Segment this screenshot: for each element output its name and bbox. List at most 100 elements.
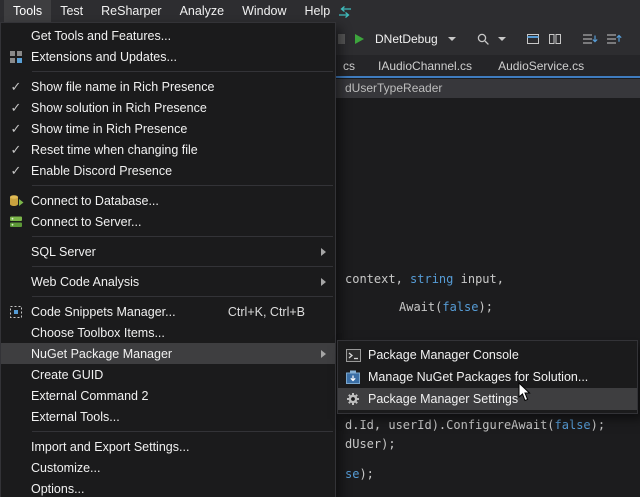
code-token: dUser); bbox=[345, 437, 396, 451]
menu-item-label: External Tools... bbox=[31, 410, 335, 424]
menu-item-package-manager-console[interactable]: Package Manager Console bbox=[338, 344, 637, 366]
menubar-item-tools[interactable]: Tools bbox=[4, 0, 51, 22]
menu-item-customize[interactable]: Customize... bbox=[1, 457, 335, 478]
menu-item-label: Options... bbox=[31, 482, 335, 496]
menu-separator bbox=[32, 236, 333, 237]
start-debug-icon[interactable] bbox=[353, 33, 365, 45]
menubar-item-help[interactable]: Help bbox=[296, 0, 340, 22]
submenu-arrow-icon bbox=[321, 350, 326, 358]
nuget-icon bbox=[338, 370, 368, 384]
menu-item-show-time-in-rich-presence[interactable]: ✓Show time in Rich Presence bbox=[1, 118, 335, 139]
code-token: ); bbox=[478, 300, 492, 314]
code-token: d.Id, userId).ConfigureAwait( bbox=[345, 418, 555, 432]
menu-item-label: Extensions and Updates... bbox=[31, 50, 335, 64]
menu-item-label: Choose Toolbox Items... bbox=[31, 326, 335, 340]
menubar-item-analyze[interactable]: Analyze bbox=[171, 0, 233, 22]
menubar-item-test[interactable]: Test bbox=[51, 0, 92, 22]
menu-item-choose-toolbox-items[interactable]: Choose Toolbox Items... bbox=[1, 322, 335, 343]
code-token: ); bbox=[591, 418, 605, 432]
menu-item-label: Manage NuGet Packages for Solution... bbox=[368, 370, 637, 384]
menu-item-get-tools-and-features[interactable]: Get Tools and Features... bbox=[1, 25, 335, 46]
menu-item-manage-nuget-packages-for-solution[interactable]: Manage NuGet Packages for Solution... bbox=[338, 366, 637, 388]
menu-item-label: Customize... bbox=[31, 461, 335, 475]
menu-item-reset-time-when-changing-file[interactable]: ✓Reset time when changing file bbox=[1, 139, 335, 160]
server-icon bbox=[1, 215, 31, 229]
debug-target-label[interactable]: DNetDebug bbox=[375, 32, 438, 46]
code-line: Await(false); bbox=[399, 300, 493, 314]
menubar-item-window[interactable]: Window bbox=[233, 0, 295, 22]
menu-item-external-tools[interactable]: External Tools... bbox=[1, 406, 335, 427]
menu-separator bbox=[32, 296, 333, 297]
menu-item-create-guid[interactable]: Create GUID bbox=[1, 364, 335, 385]
menu-item-connect-to-server[interactable]: Connect to Server... bbox=[1, 211, 335, 232]
search-icon[interactable] bbox=[476, 32, 490, 46]
menu-separator bbox=[32, 71, 333, 72]
menu-item-web-code-analysis[interactable]: Web Code Analysis bbox=[1, 271, 335, 292]
menu-item-label: Import and Export Settings... bbox=[31, 440, 335, 454]
code-token: false bbox=[555, 418, 591, 432]
code-line: se); bbox=[345, 467, 374, 481]
menu-item-options[interactable]: Options... bbox=[1, 478, 335, 497]
new-window-icon[interactable] bbox=[526, 32, 540, 46]
menu-item-label: Package Manager Settings bbox=[368, 392, 637, 406]
split-columns-icon[interactable] bbox=[548, 32, 562, 46]
clipped-icon[interactable] bbox=[338, 32, 345, 46]
console-icon bbox=[338, 349, 368, 362]
menu-item-label: NuGet Package Manager bbox=[31, 347, 335, 361]
menu-item-label: Create GUID bbox=[31, 368, 335, 382]
debug-target-caret-icon[interactable] bbox=[448, 37, 456, 41]
navigate-arrows-icon[interactable] bbox=[337, 5, 353, 23]
menu-item-label: Show file name in Rich Presence bbox=[31, 80, 335, 94]
menu-item-label: Enable Discord Presence bbox=[31, 164, 335, 178]
tab-iaudiochannel-cs[interactable]: IAudioChannel.cs bbox=[365, 55, 485, 77]
menu-separator bbox=[32, 266, 333, 267]
checkmark-icon: ✓ bbox=[1, 164, 31, 177]
tab-audioservice-cs[interactable]: AudioService.cs bbox=[485, 55, 597, 77]
menu-item-label: Package Manager Console bbox=[368, 348, 637, 362]
database-icon bbox=[1, 194, 31, 208]
submenu-arrow-icon bbox=[321, 278, 326, 286]
tools-menu-panel: Get Tools and Features... Extensions and … bbox=[0, 22, 336, 497]
menu-item-label: External Command 2 bbox=[31, 389, 335, 403]
menu-item-label: Get Tools and Features... bbox=[31, 29, 335, 43]
menu-item-show-solution-in-rich-presence[interactable]: ✓Show solution in Rich Presence bbox=[1, 97, 335, 118]
navigation-bar[interactable]: dUserTypeReader bbox=[336, 79, 640, 98]
tab-strip-accent-line bbox=[336, 76, 640, 78]
menu-item-label: SQL Server bbox=[31, 245, 335, 259]
menu-item-label: Connect to Server... bbox=[31, 215, 335, 229]
code-line: d.Id, userId).ConfigureAwait(false); bbox=[345, 418, 605, 432]
tab-cs[interactable]: cs bbox=[336, 55, 365, 77]
menu-item-label: Show solution in Rich Presence bbox=[31, 101, 335, 115]
outdent-icon[interactable] bbox=[606, 32, 622, 46]
menu-item-extensions-and-updates[interactable]: Extensions and Updates... bbox=[1, 46, 335, 67]
menubar-item-resharper[interactable]: ReSharper bbox=[92, 0, 170, 22]
extensions-icon bbox=[1, 50, 31, 64]
menu-item-label: Connect to Database... bbox=[31, 194, 335, 208]
indent-icon[interactable] bbox=[582, 32, 598, 46]
code-token: context, bbox=[345, 272, 410, 286]
menu-item-import-and-export-settings[interactable]: Import and Export Settings... bbox=[1, 436, 335, 457]
menu-item-sql-server[interactable]: SQL Server bbox=[1, 241, 335, 262]
code-token: false bbox=[442, 300, 478, 314]
menu-item-external-command-2[interactable]: External Command 2 bbox=[1, 385, 335, 406]
menu-item-enable-discord-presence[interactable]: ✓Enable Discord Presence bbox=[1, 160, 335, 181]
code-token: se bbox=[345, 467, 359, 481]
menu-item-label: Reset time when changing file bbox=[31, 143, 335, 157]
checkmark-icon: ✓ bbox=[1, 80, 31, 93]
visual-studio-window: context, string input,Await(false);d.Id,… bbox=[0, 0, 640, 497]
mouse-cursor bbox=[518, 382, 532, 407]
menu-item-label: Code Snippets Manager... bbox=[31, 305, 228, 319]
code-token: input, bbox=[453, 272, 504, 286]
code-line: dUser); bbox=[345, 437, 396, 451]
menu-item-package-manager-settings[interactable]: Package Manager Settings bbox=[338, 388, 637, 410]
snippets-icon bbox=[1, 305, 31, 319]
menu-item-connect-to-database[interactable]: Connect to Database... bbox=[1, 190, 335, 211]
checkmark-icon: ✓ bbox=[1, 101, 31, 114]
menu-item-nuget-package-manager[interactable]: NuGet Package Manager bbox=[1, 343, 335, 364]
menu-separator bbox=[32, 431, 333, 432]
checkmark-icon: ✓ bbox=[1, 122, 31, 135]
search-caret-icon[interactable] bbox=[498, 37, 506, 41]
menu-item-show-file-name-in-rich-presence[interactable]: ✓Show file name in Rich Presence bbox=[1, 76, 335, 97]
menu-item-shortcut: Ctrl+K, Ctrl+B bbox=[228, 305, 305, 319]
menu-item-code-snippets-manager[interactable]: Code Snippets Manager...Ctrl+K, Ctrl+B bbox=[1, 301, 335, 322]
